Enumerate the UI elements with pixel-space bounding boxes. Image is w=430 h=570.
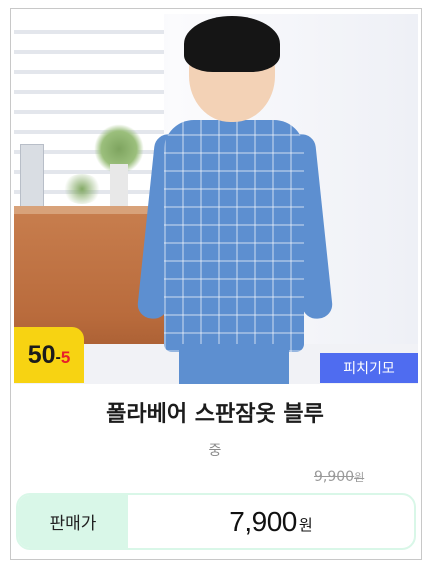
discount-main: 50	[27, 340, 56, 369]
sale-price-unit: 원	[298, 516, 313, 534]
discount-badge: 50 - 5	[14, 327, 84, 383]
sale-price: 7,900 원	[128, 495, 414, 548]
vase-decor	[110, 164, 128, 209]
sale-price-box: 판매가 7,900 원	[16, 493, 416, 550]
product-title[interactable]: 폴라베어 스판잠옷 블루	[0, 396, 430, 428]
jar-decor	[20, 144, 44, 208]
model-pajama-pants	[179, 344, 289, 384]
sale-price-label: 판매가	[18, 495, 128, 548]
model-hair	[184, 16, 280, 72]
feature-tag: 피치기모	[320, 353, 418, 383]
sale-price-value: 7,900	[229, 505, 297, 537]
model-pajama-top	[164, 120, 304, 352]
original-price-unit: 원	[354, 471, 365, 484]
product-size: 중	[208, 443, 222, 459]
original-price-value: 9,900	[314, 469, 355, 485]
small-plant-decor	[62, 174, 102, 204]
original-price: 9,900원	[314, 469, 364, 485]
discount-sub: 5	[60, 348, 71, 367]
